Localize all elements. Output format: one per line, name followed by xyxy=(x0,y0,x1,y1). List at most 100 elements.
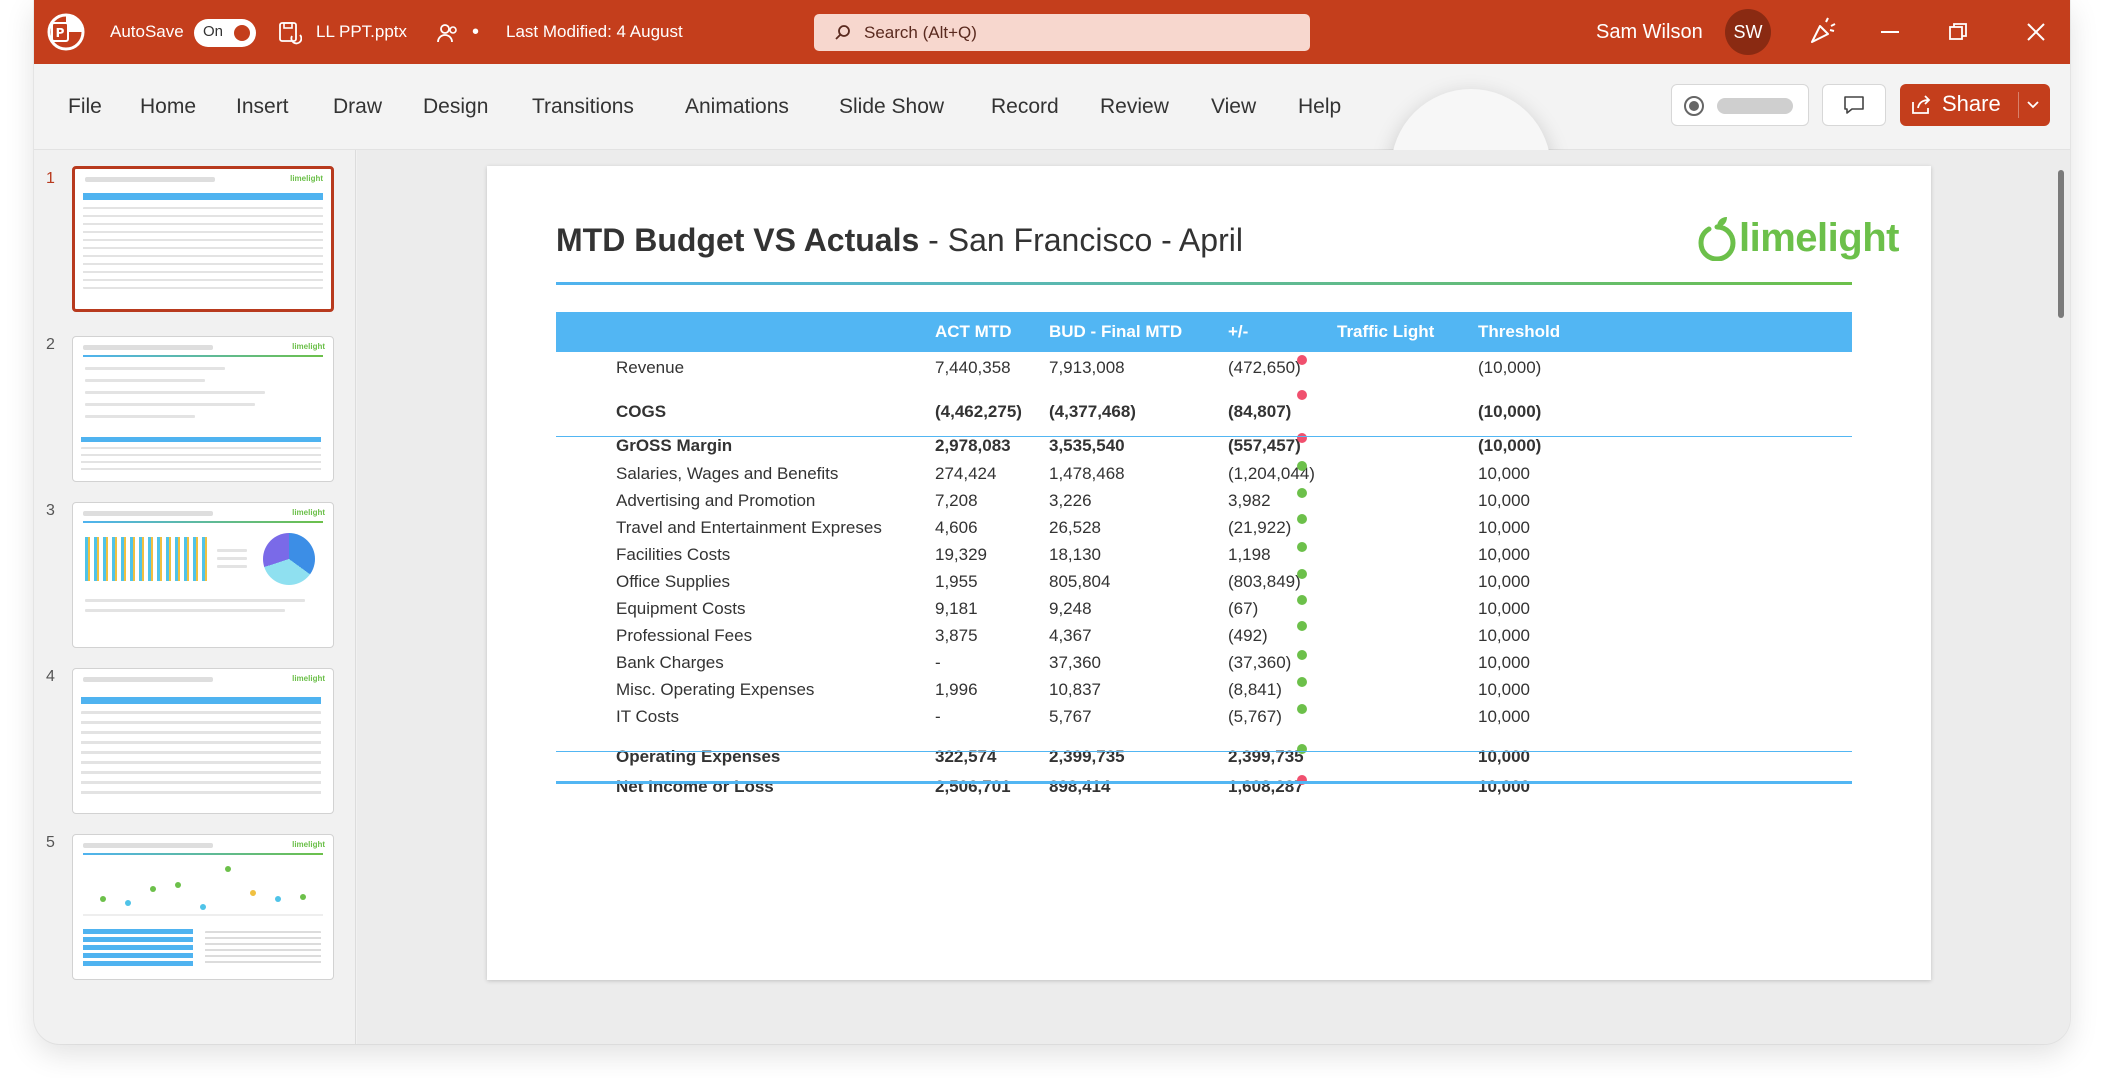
slide-title-bold: MTD Budget VS Actuals xyxy=(556,222,920,258)
autosave-toggle[interactable]: On xyxy=(194,19,256,47)
cell-bud-final-mtd: 9,248 xyxy=(1049,599,1092,618)
tab-file[interactable]: File xyxy=(68,64,102,150)
cell-difference: (557,457) xyxy=(1228,436,1301,455)
tab-home[interactable]: Home xyxy=(140,64,196,150)
cell-act-mtd: - xyxy=(935,707,941,726)
toggle-knob xyxy=(234,25,250,41)
tab-transitions[interactable]: Transitions xyxy=(532,64,634,150)
record-control[interactable] xyxy=(1671,84,1809,126)
restore-button[interactable] xyxy=(1942,16,1974,48)
traffic-light-red xyxy=(1297,355,1307,365)
cell-act-mtd: 4,606 xyxy=(935,518,978,537)
slide-thumbnail-3[interactable]: limelight xyxy=(72,502,334,648)
tab-review[interactable]: Review xyxy=(1100,64,1169,150)
cell-act-mtd: 322,574 xyxy=(935,747,997,766)
tab-view[interactable]: View xyxy=(1211,64,1256,150)
row-label: Equipment Costs xyxy=(616,599,746,618)
thumbnail-number: 5 xyxy=(46,834,55,851)
row-label: Revenue xyxy=(616,358,685,377)
powerpoint-app-icon[interactable]: P xyxy=(46,12,86,52)
cell-difference: 1,198 xyxy=(1228,545,1271,564)
designer-icon[interactable] xyxy=(1806,16,1838,48)
thumb-table-rows xyxy=(83,207,323,289)
cell-threshold: 10,000 xyxy=(1478,653,1530,672)
row-label: Travel and Entertainment Expreses xyxy=(616,518,882,537)
cell-threshold: 10,000 xyxy=(1478,747,1530,766)
tab-draw[interactable]: Draw xyxy=(333,64,382,150)
scrollbar-thumb[interactable] xyxy=(2058,170,2064,318)
autosave-label: AutoSave xyxy=(110,22,184,41)
comment-icon xyxy=(1844,96,1864,114)
cell-act-mtd: 7,440,358 xyxy=(935,358,1011,377)
share-button[interactable]: Share xyxy=(1900,84,2050,126)
row-label: Office Supplies xyxy=(616,572,731,591)
slide-thumbnail-5[interactable]: limelight xyxy=(72,834,334,980)
slide-thumbnail-1[interactable]: limelight xyxy=(72,166,334,312)
cell-bud-final-mtd: 805,804 xyxy=(1049,572,1111,591)
row-label: IT Costs xyxy=(616,707,679,726)
title-bar: P AutoSave On LL PPT.pptx • Last Modifie… xyxy=(34,0,2070,64)
slide-canvas: MTD Budget VS Actuals - San Francisco - … xyxy=(357,150,2070,1044)
cell-bud-final-mtd: 3,226 xyxy=(1049,491,1092,510)
thumb-rule xyxy=(83,853,323,855)
thumb-pie-chart xyxy=(263,533,315,585)
thumb-title xyxy=(83,677,213,682)
tab-slide-show[interactable]: Slide Show xyxy=(839,64,944,150)
cell-act-mtd: 2,978,083 xyxy=(935,436,1011,455)
search-icon xyxy=(835,24,850,40)
user-name[interactable]: Sam Wilson xyxy=(1596,0,1703,64)
slide-title[interactable]: MTD Budget VS Actuals - San Francisco - … xyxy=(556,222,1243,259)
traffic-light-green xyxy=(1297,542,1307,552)
cell-difference: (8,841) xyxy=(1228,680,1282,699)
tab-help[interactable]: Help xyxy=(1298,64,1341,150)
thumb-text-line xyxy=(85,599,305,602)
tab-record[interactable]: Record xyxy=(991,64,1059,150)
col-bud-final-mtd: BUD - Final MTD xyxy=(1049,322,1183,341)
row-label: Misc. Operating Expenses xyxy=(616,680,815,699)
thumb-text-line xyxy=(85,609,285,612)
cell-act-mtd: 7,208 xyxy=(935,491,978,510)
cell-act-mtd: 274,424 xyxy=(935,464,997,483)
thumb-logo: limelight xyxy=(292,674,325,683)
cell-bud-final-mtd: 18,130 xyxy=(1049,545,1101,564)
slide-thumbnail-2[interactable]: limelight xyxy=(72,336,334,482)
tab-design[interactable]: Design xyxy=(423,64,488,150)
thumb-bar-list xyxy=(83,929,193,969)
powerpoint-window: P AutoSave On LL PPT.pptx • Last Modifie… xyxy=(34,0,2070,1044)
status-dot: • xyxy=(472,20,480,43)
search-box[interactable]: Search (Alt+Q) xyxy=(814,14,1310,51)
thumb-table-header xyxy=(81,697,321,704)
slide[interactable]: MTD Budget VS Actuals - San Francisco - … xyxy=(487,166,1931,980)
people-icon[interactable] xyxy=(436,21,460,45)
chevron-down-icon[interactable] xyxy=(2026,100,2040,110)
cell-difference: (492) xyxy=(1228,626,1268,645)
cell-threshold: (10,000) xyxy=(1478,402,1542,421)
ribbon: File Home Insert Draw Design Transitions… xyxy=(34,64,2070,249)
close-button[interactable] xyxy=(2020,16,2052,48)
divider-before-opex xyxy=(556,751,1852,752)
comments-button[interactable] xyxy=(1822,84,1886,126)
logo-text: limelight xyxy=(1739,215,1899,260)
tab-animations[interactable]: Animations xyxy=(685,64,789,150)
last-modified[interactable]: Last Modified: 4 August xyxy=(506,0,683,64)
file-name[interactable]: LL PPT.pptx xyxy=(316,0,407,64)
cell-act-mtd: (4,462,275) xyxy=(935,402,1022,421)
row-label: Net Income or Loss xyxy=(616,777,774,796)
slide-thumbnail-pane: 1 limelight 2 limelight 3 limelight 4 li… xyxy=(34,150,356,1044)
save-sync-icon[interactable] xyxy=(278,21,302,45)
minimize-button[interactable] xyxy=(1874,16,1906,48)
row-label: GrOSS Margin xyxy=(616,436,733,455)
thumb-logo: limelight xyxy=(292,342,325,351)
row-label: COGS xyxy=(616,402,667,421)
cell-difference: (67) xyxy=(1228,599,1259,618)
slide-thumbnail-4[interactable]: limelight xyxy=(72,668,334,814)
cell-threshold: 10,000 xyxy=(1478,777,1530,796)
thumbnail-number: 4 xyxy=(46,668,55,685)
thumb-legend-line xyxy=(217,549,247,552)
tab-insert[interactable]: Insert xyxy=(236,64,289,150)
thumb-table-header xyxy=(83,193,323,200)
slide-title-rest: - San Francisco - April xyxy=(919,222,1243,258)
thumb-logo: limelight xyxy=(292,508,325,517)
lime-icon xyxy=(1698,217,1736,261)
avatar[interactable]: SW xyxy=(1725,9,1771,55)
